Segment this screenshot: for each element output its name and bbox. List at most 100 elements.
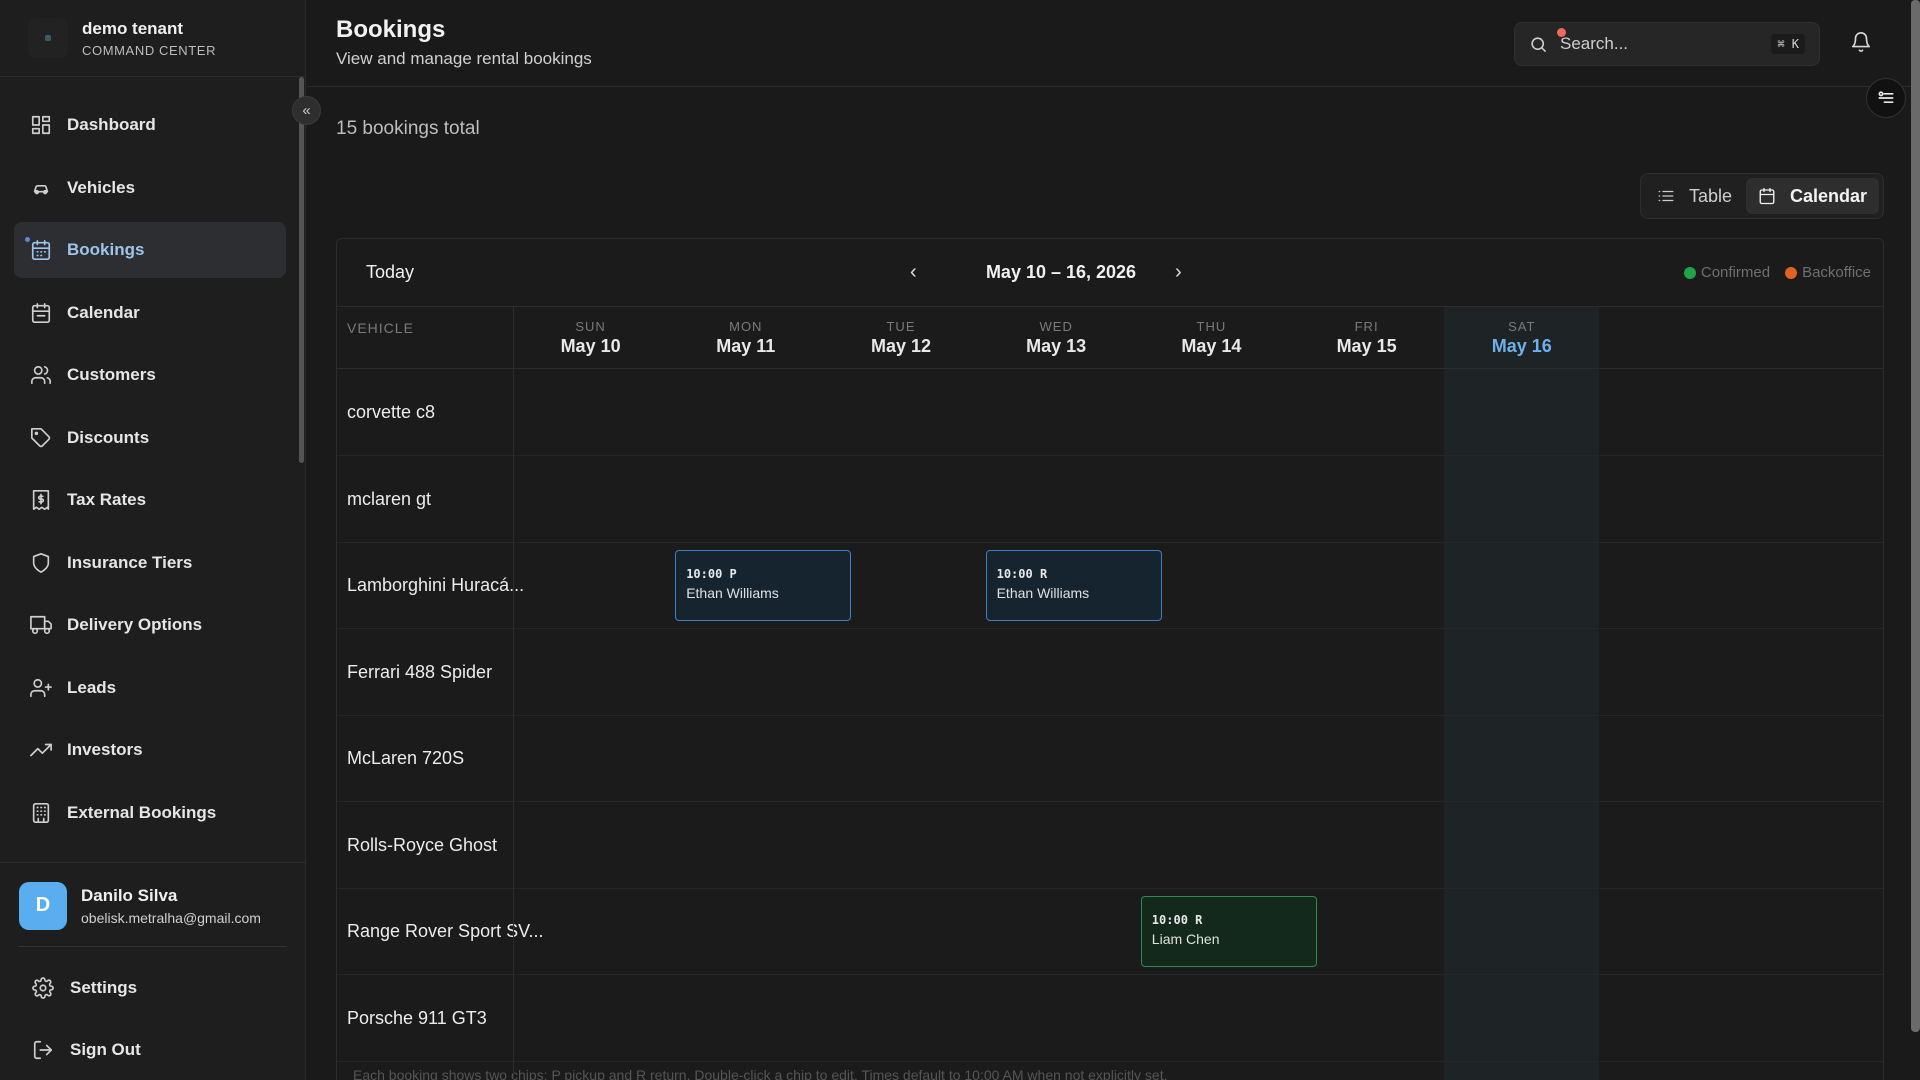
sidebar-item-external-bookings[interactable]: External Bookings [14, 785, 286, 841]
calendar-view-label: Calendar [1790, 185, 1868, 206]
sidebar: demo tenant COMMAND CENTER Dashboard Vehi… [0, 0, 306, 1080]
view-toggle: Table Calendar [1640, 173, 1884, 219]
tenant-switcher[interactable]: demo tenant COMMAND CENTER [0, 0, 305, 77]
list-icon [1658, 190, 1674, 202]
chip-customer: Ethan Williams [686, 585, 779, 601]
day-date: May 15 [1336, 336, 1397, 356]
sidebar-item-tax-rates[interactable]: Tax Rates [14, 472, 286, 528]
legend-label: Confirmed [1700, 264, 1771, 281]
vehicle-name[interactable]: McLaren 720S [347, 748, 547, 769]
settings-label: Settings [70, 978, 138, 997]
week-range: May 10 – 16, 2026 [985, 262, 1137, 282]
sidebar-item-investors[interactable]: Investors [14, 722, 286, 778]
vehicle-row: Range Rover Sport SV... [337, 889, 1883, 975]
day-date: May 12 [870, 336, 931, 356]
sidebar-item-customers[interactable]: Customers [14, 347, 286, 403]
vehicle-name[interactable]: corvette c8 [347, 402, 547, 423]
vehicle-row: mclaren gt [337, 457, 1883, 543]
chevron-left-icon: ‹ [910, 261, 917, 283]
sidebar-item-dashboard[interactable]: Dashboard [14, 97, 286, 153]
chevrons-left-icon: « [302, 102, 311, 119]
sidebar-item-bookings[interactable]: Bookings [14, 222, 286, 278]
shortcut-badge: ⌘ K [1771, 34, 1805, 54]
sign-out-button[interactable]: Sign Out [32, 1035, 141, 1065]
tenant-name: demo tenant [82, 18, 184, 38]
sidebar-item-label: Calendar [67, 302, 140, 322]
user-email: obelisk.metralha@gmail.com [81, 909, 261, 926]
legend-item: Confirmed [1683, 264, 1771, 281]
calendar-icon [29, 301, 53, 325]
booking-calendar: Today ‹ May 10 – 16, 2026 › Confirmed Bac… [336, 238, 1884, 1080]
sidebar-item-calendar[interactable]: Calendar [14, 285, 286, 341]
calendar-view-button[interactable]: Calendar [1746, 178, 1880, 214]
collapse-sidebar-button[interactable]: « [292, 96, 321, 125]
chevron-right-icon: › [1175, 261, 1182, 283]
day-date: May 10 [560, 336, 621, 356]
users-icon [29, 363, 53, 387]
vehicle-row: Rolls-Royce Ghost [337, 803, 1883, 889]
chip-time: 10:00 P [686, 567, 737, 581]
bell-icon [1851, 32, 1871, 52]
chip-customer: Ethan Williams [996, 585, 1090, 601]
day-of-week: TUE [886, 319, 916, 334]
day-header-mon: MON May 11 [668, 307, 823, 369]
receipt-icon [29, 488, 53, 512]
sidebar-item-label: Discounts [67, 427, 150, 447]
sidebar-item-label: Vehicles [67, 177, 136, 197]
sidebar-item-vehicles[interactable]: Vehicles [14, 160, 286, 216]
car-icon [29, 176, 53, 200]
booking-chip[interactable]: 10:00 P Ethan Williams [675, 550, 852, 621]
vehicle-name[interactable]: Rolls-Royce Ghost [347, 835, 547, 856]
prev-week-button[interactable]: ‹ [910, 261, 917, 284]
day-of-week: SUN [575, 319, 606, 334]
truck-icon [29, 613, 53, 637]
vehicle-name[interactable]: Porsche 911 GT3 [347, 1008, 547, 1029]
calendar-icon [1759, 187, 1775, 205]
page-scrollbar[interactable] [1911, 0, 1920, 1032]
sidebar-item-insurance-tiers[interactable]: Insurance Tiers [14, 535, 286, 591]
day-of-week: WED [1039, 319, 1073, 334]
shield-icon [29, 551, 53, 575]
legend-dot [1683, 266, 1696, 279]
sidebar-item-delivery-options[interactable]: Delivery Options [14, 597, 286, 653]
sign-out-icon [33, 1040, 53, 1060]
bookings-count: 15 bookings total [336, 118, 480, 139]
sidebar-item-leads[interactable]: Leads [14, 660, 286, 716]
vehicle-name[interactable]: Ferrari 488 Spider [347, 662, 547, 683]
vehicle-name[interactable]: Lamborghini Huracá... [347, 575, 547, 596]
grid-line [513, 307, 514, 1080]
sidebar-scrollbar[interactable] [299, 77, 304, 463]
vehicle-name[interactable]: mclaren gt [347, 489, 547, 510]
calendar-header-row: VEHICLE SUN May 10 MON May 11 TUE May 12 WED Ma… [337, 307, 1883, 369]
next-week-button[interactable]: › [1175, 261, 1182, 284]
day-header-thu: THU May 14 [1134, 307, 1289, 369]
notifications-button[interactable] [1850, 31, 1874, 55]
settings-button[interactable]: Settings [32, 973, 137, 1003]
today-button[interactable]: Today [366, 262, 414, 283]
user-name: Danilo Silva [81, 885, 178, 905]
filter-button[interactable] [1866, 78, 1906, 118]
sidebar-item-label: Insurance Tiers [67, 552, 193, 572]
tag-icon [29, 426, 53, 450]
calendar-footer-note: Each booking shows two chips: P pickup a… [353, 1067, 1168, 1080]
sidebar-item-label: External Bookings [67, 802, 217, 822]
sidebar-item-discounts[interactable]: Discounts [14, 410, 286, 466]
sign-out-label: Sign Out [70, 1040, 141, 1059]
user-profile[interactable]: D Danilo Silva obelisk.metralha@gmail.co… [0, 862, 306, 948]
trending-up-icon [29, 738, 53, 762]
booking-chip[interactable]: 10:00 R Liam Chen [1140, 896, 1317, 967]
tenant-subtitle: COMMAND CENTER [82, 42, 217, 58]
booking-chip[interactable]: 10:00 R Ethan Williams [985, 550, 1162, 621]
sidebar-item-label: Customers [67, 365, 156, 384]
dashboard-icon [29, 113, 53, 137]
vehicle-name[interactable]: Range Rover Sport SV... [347, 921, 547, 942]
day-header-fri: FRI May 15 [1289, 307, 1444, 369]
chip-customer: Liam Chen [1151, 931, 1220, 947]
vehicle-row: Porsche 911 GT3 [337, 976, 1883, 1062]
day-date: May 11 [716, 336, 776, 356]
vehicle-row: corvette c8 [337, 370, 1883, 456]
building-icon [29, 801, 53, 825]
day-of-week: MON [729, 319, 763, 334]
table-view-button[interactable]: Table [1645, 178, 1744, 214]
chip-time: 10:00 R [996, 567, 1048, 581]
